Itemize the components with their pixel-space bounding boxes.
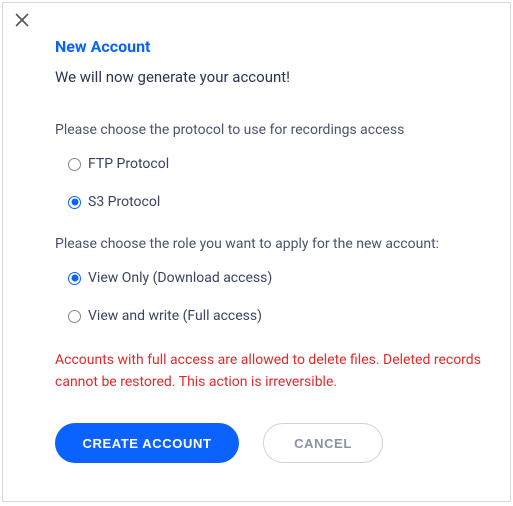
radio-icon bbox=[68, 272, 81, 285]
radio-option-ftp[interactable]: FTP Protocol bbox=[68, 156, 496, 172]
radio-option-s3[interactable]: S3 Protocol bbox=[68, 194, 496, 210]
new-account-dialog: New Account We will now generate your ac… bbox=[2, 2, 511, 502]
radio-label: FTP Protocol bbox=[88, 156, 169, 172]
create-account-button[interactable]: CREATE ACCOUNT bbox=[55, 423, 239, 463]
radio-icon bbox=[68, 158, 81, 171]
close-icon bbox=[15, 13, 31, 27]
warning-text: Accounts with full access are allowed to… bbox=[55, 350, 496, 393]
radio-option-view-only[interactable]: View Only (Download access) bbox=[68, 270, 496, 286]
dialog-subtitle: We will now generate your account! bbox=[55, 68, 496, 86]
radio-icon bbox=[68, 196, 81, 209]
protocol-section-label: Please choose the protocol to use for re… bbox=[55, 122, 496, 138]
role-radio-group: View Only (Download access) View and wri… bbox=[55, 270, 496, 324]
button-row: CREATE ACCOUNT CANCEL bbox=[55, 423, 496, 463]
radio-label: View and write (Full access) bbox=[88, 308, 262, 324]
radio-label: S3 Protocol bbox=[88, 194, 160, 210]
protocol-radio-group: FTP Protocol S3 Protocol bbox=[55, 156, 496, 210]
radio-label: View Only (Download access) bbox=[88, 270, 272, 286]
cancel-button[interactable]: CANCEL bbox=[263, 423, 383, 463]
radio-option-view-write[interactable]: View and write (Full access) bbox=[68, 308, 496, 324]
close-button[interactable] bbox=[15, 13, 31, 29]
radio-icon bbox=[68, 310, 81, 323]
dialog-content: New Account We will now generate your ac… bbox=[17, 15, 496, 463]
dialog-title: New Account bbox=[55, 37, 496, 56]
role-section-label: Please choose the role you want to apply… bbox=[55, 236, 496, 252]
